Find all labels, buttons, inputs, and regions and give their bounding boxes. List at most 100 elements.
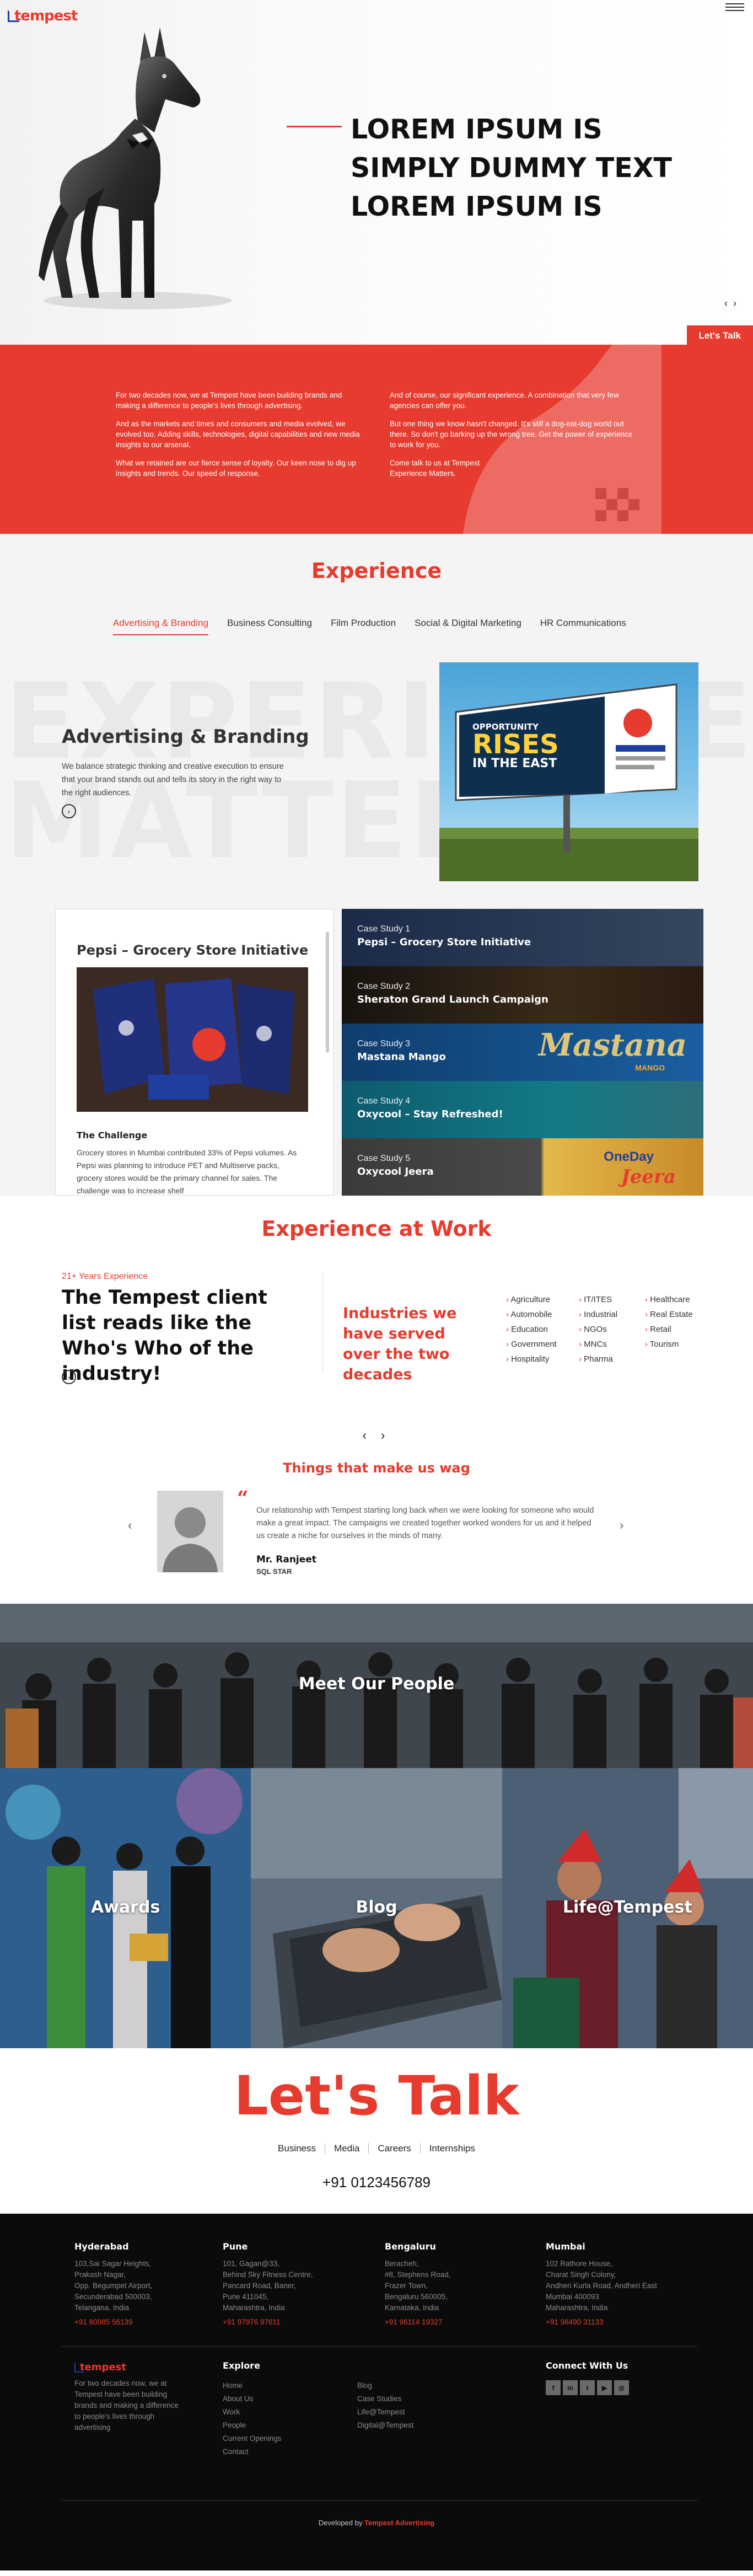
logo-text: tempest	[80, 2361, 126, 2373]
developer-prefix: Developed by	[318, 2519, 363, 2527]
challenge-text: Grocery stores in Mumbai contributed 33%…	[77, 1148, 297, 1195]
case-study-name: Sheraton Grand Launch Campaign	[357, 994, 548, 1005]
quote-icon: “	[237, 1487, 249, 1510]
billboard-image: OPPORTUNITY RISES IN THE EAST	[439, 662, 698, 881]
experience-tabs: Advertising & Branding Business Consulti…	[113, 618, 626, 635]
testimonial-company: SQL STAR	[256, 1567, 292, 1576]
city-phone[interactable]: +91 98490 31133	[546, 2318, 678, 2326]
arrow-right-icon[interactable]: ›	[62, 1370, 76, 1384]
tab-film-production[interactable]: Film Production	[331, 618, 396, 635]
about-paragraph: What we retained are our fierce sense of…	[116, 459, 356, 478]
city-phone[interactable]: +91 96114 19327	[385, 2318, 517, 2326]
tab-social-digital-marketing[interactable]: Social & Digital Marketing	[415, 618, 521, 635]
case-study-item[interactable]: Case Study 4 Oxycool – Stay Refreshed!	[342, 1081, 703, 1138]
tile-label: Life@Tempest	[562, 1898, 692, 1917]
case-study-name: Pepsi – Grocery Store Initiative	[357, 936, 531, 948]
office-bengaluru: Bengaluru Beracheh, #8, Stephens Road, F…	[385, 2241, 517, 2326]
linkedin-icon[interactable]: in	[563, 2380, 578, 2395]
tab-business-consulting[interactable]: Business Consulting	[227, 618, 312, 635]
tile-label: Blog	[356, 1898, 397, 1917]
hero-next-arrow[interactable]: ›	[733, 298, 736, 309]
experience-at-work-section: Experience at Work 21+ Years Experience …	[0, 1196, 753, 1604]
explore-links-col1: Home About Us Work People Current Openin…	[223, 2379, 282, 2459]
about-section: For two decades now, we at Tempest have …	[0, 345, 753, 534]
scrollbar[interactable]	[326, 931, 329, 1053]
case-study-number: Case Study 1	[357, 924, 411, 934]
case-study-list: Case Study 1 Pepsi – Grocery Store Initi…	[342, 909, 703, 1196]
industry-item: MNCs	[579, 1340, 645, 1349]
testimonial-title: Things that make us wag	[283, 1460, 470, 1476]
talk-link-business[interactable]: Business	[269, 2143, 325, 2154]
doberman-illustration	[39, 28, 232, 309]
talk-link-careers[interactable]: Careers	[368, 2143, 419, 2154]
instagram-icon[interactable]: ◎	[614, 2380, 629, 2395]
tab-advertising-branding[interactable]: Advertising & Branding	[113, 618, 208, 635]
lets-talk-section: Let's Talk Business Media Careers Intern…	[0, 2048, 753, 2214]
case-study-item[interactable]: Case Study 2 Sheraton Grand Launch Campa…	[342, 966, 703, 1024]
footer-link[interactable]: About Us	[223, 2392, 282, 2406]
testimonial-prev-arrow[interactable]: ‹	[128, 1518, 132, 1533]
testimonial-author: Mr. Ranjeet	[256, 1554, 316, 1565]
footer-link[interactable]: Contact	[223, 2445, 282, 2459]
footer-link[interactable]: Current Openings	[223, 2432, 282, 2445]
case-study-item[interactable]: OneDay Jeera Case Study 5 Oxycool Jeera	[342, 1138, 703, 1196]
hero-accent-line	[287, 126, 342, 127]
industry-item: Pharma	[579, 1354, 645, 1364]
footer-link[interactable]: Case Studies	[357, 2392, 413, 2406]
challenge-heading: The Challenge	[77, 1130, 148, 1140]
case-study-name: Oxycool – Stay Refreshed!	[357, 1108, 503, 1120]
arrow-right-icon[interactable]: ›	[62, 804, 76, 818]
lets-talk-button[interactable]: Let's Talk	[686, 325, 753, 345]
footer-link[interactable]: People	[223, 2419, 282, 2432]
developer-link[interactable]: Tempest Advertising	[364, 2519, 434, 2527]
city-phone[interactable]: +91 80085 56139	[74, 2318, 207, 2326]
industry-item: Industrial	[579, 1310, 645, 1319]
city-name: Hyderabad	[74, 2241, 129, 2252]
case-study-number: Case Study 4	[357, 1096, 411, 1106]
city-phone[interactable]: +91 97976 97611	[223, 2318, 355, 2326]
about-paragraph: And as the markets and times and consume…	[116, 420, 360, 449]
case-study-image	[77, 967, 308, 1112]
section-title: Experience at Work	[261, 1217, 492, 1241]
section-title: Experience	[311, 559, 442, 583]
connect-heading: Connect With Us	[546, 2360, 628, 2371]
footer-logo[interactable]: tempest	[74, 2361, 126, 2373]
about-paragraph: Come talk to us at Tempest Experience Ma…	[390, 459, 480, 478]
hero-prev-arrow[interactable]: ‹	[724, 298, 728, 309]
footer-link[interactable]: Work	[223, 2406, 282, 2419]
city-address: 103,Sai Sagar Heights, Prakash Nagar, Op…	[74, 2259, 153, 2312]
talk-link-internships[interactable]: Internships	[419, 2143, 484, 2154]
tab-hr-communications[interactable]: HR Communications	[540, 618, 626, 635]
case-study-item[interactable]: Case Study 1 Pepsi – Grocery Store Initi…	[342, 909, 703, 966]
industry-item: Hospitality	[506, 1354, 579, 1364]
awards-tile[interactable]: Awards	[0, 1768, 251, 2048]
industry-item: Healthcare	[645, 1295, 711, 1304]
city-name: Pune	[223, 2241, 248, 2252]
divider	[62, 2346, 698, 2347]
footer-link[interactable]: Home	[223, 2379, 282, 2392]
case-study-item[interactable]: Mastana MANGO Case Study 3 Mastana Mango	[342, 1024, 703, 1081]
client-headline: The Tempest client list reads like the W…	[62, 1287, 267, 1385]
footer-link[interactable]: Life@Tempest	[357, 2406, 413, 2419]
talk-link-media[interactable]: Media	[325, 2143, 368, 2154]
footer-link[interactable]: Blog	[357, 2379, 413, 2392]
hero-title: LOREM IPSUM IS SIMPLY DUMMY TEXT LOREM I…	[351, 114, 672, 222]
meet-our-people-tile[interactable]: Meet Our People	[0, 1604, 753, 1768]
testimonial-next-arrow[interactable]: ›	[620, 1518, 623, 1533]
life-at-tempest-tile[interactable]: Life@Tempest	[502, 1768, 753, 2048]
city-name: Bengaluru	[385, 2241, 436, 2252]
about-paragraph: For two decades now, we at Tempest have …	[116, 391, 342, 410]
tile-label: Awards	[91, 1898, 160, 1917]
youtube-icon[interactable]: ▶	[597, 2380, 612, 2395]
facebook-icon[interactable]: f	[546, 2380, 561, 2395]
industry-item: IT/ITES	[579, 1295, 645, 1304]
footer-link[interactable]: Digital@Tempest	[357, 2419, 413, 2432]
clients-slider-nav[interactable]: ‹ ›	[0, 1428, 753, 1443]
about-paragraph: And of course, our significant experienc…	[390, 391, 619, 410]
phone-number[interactable]: +91 0123456789	[0, 2174, 753, 2191]
case-study-detail: Pepsi – Grocery Store Initiative The Cha…	[55, 909, 334, 1196]
twitter-icon[interactable]: t	[580, 2380, 595, 2395]
blog-tile[interactable]: Blog	[251, 1768, 502, 2048]
lets-talk-title: Let's Talk	[234, 2065, 519, 2128]
menu-icon[interactable]	[725, 3, 744, 11]
